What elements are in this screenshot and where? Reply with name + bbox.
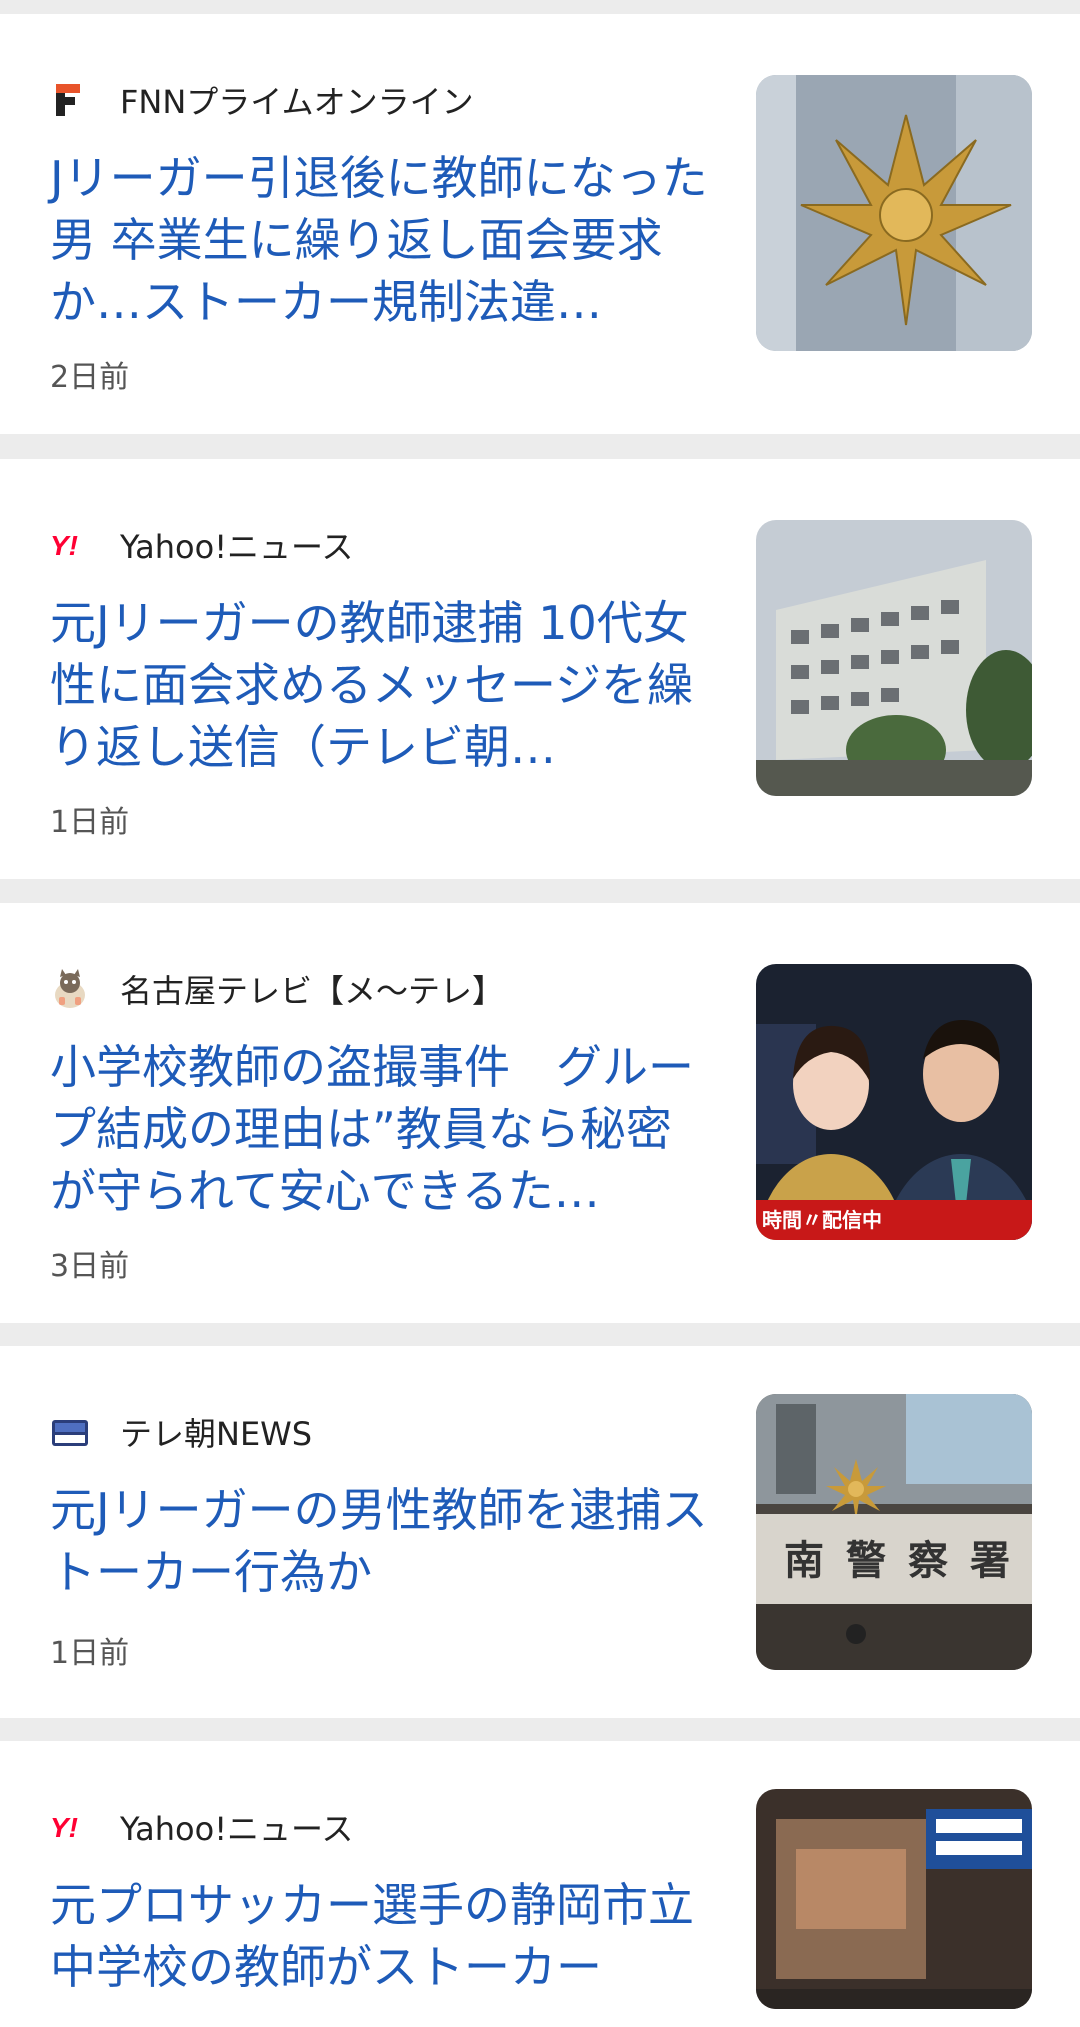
source-name: Yahoo!ニュース bbox=[120, 1810, 354, 1848]
news-feed: FNNプライムオンライン Jリーガー引退後に教師になった男 卒業生に繰り返し面会… bbox=[0, 0, 1080, 2027]
article-headline[interactable]: 元プロサッカー選手の静岡市立中学校の教師がストーカー bbox=[50, 1874, 710, 1998]
article-card[interactable]: FNNプライムオンライン Jリーガー引退後に教師になった男 卒業生に繰り返し面会… bbox=[0, 14, 1080, 434]
article-headline[interactable]: 元Jリーガーの男性教師を逮捕ストーカー行為か bbox=[50, 1479, 710, 1603]
source-name: FNNプライムオンライン bbox=[120, 83, 474, 121]
article-card[interactable]: 名古屋テレビ【メ〜テレ】 小学校教師の盗撮事件 グループ結成の理由は”教員なら秘… bbox=[0, 903, 1080, 1323]
article-source: 名古屋テレビ【メ〜テレ】 bbox=[50, 965, 504, 1013]
article-source: テレ朝NEWS bbox=[50, 1408, 312, 1456]
news-anchors-thumbnail[interactable]: 時間〃配信中 bbox=[756, 964, 1032, 1240]
yahoo-logo-icon: Y! bbox=[50, 1807, 90, 1847]
article-card[interactable]: テレ朝NEWS 元Jリーガーの男性教師を逮捕ストーカー行為か 1日前 南警察署 bbox=[0, 1346, 1080, 1718]
article-headline[interactable]: Jリーガー引退後に教師になった男 卒業生に繰り返し面会要求か…ストーカー規制法違… bbox=[50, 147, 710, 333]
fnn-logo-icon bbox=[50, 80, 90, 120]
article-headline[interactable]: 小学校教師の盗撮事件 グループ結成の理由は”教員なら秘密が守られて安心できるた… bbox=[50, 1036, 710, 1222]
article-source: Y! Yahoo!ニュース bbox=[50, 1803, 353, 1851]
article-source: Y! Yahoo!ニュース bbox=[50, 521, 353, 569]
source-name: 名古屋テレビ【メ〜テレ】 bbox=[120, 972, 505, 1010]
article-time: 1日前 bbox=[50, 1636, 130, 1671]
yahoo-logo-icon: Y! bbox=[50, 525, 90, 565]
source-name: テレ朝NEWS bbox=[120, 1415, 313, 1453]
school-night-thumbnail[interactable] bbox=[756, 1789, 1032, 2009]
article-source: FNNプライムオンライン bbox=[50, 76, 474, 124]
tvasahi-news-logo-icon bbox=[50, 1412, 90, 1452]
source-name: Yahoo!ニュース bbox=[120, 528, 354, 566]
meitele-mascot-icon bbox=[50, 969, 90, 1009]
police-building-thumbnail[interactable] bbox=[756, 520, 1032, 796]
article-time: 1日前 bbox=[50, 805, 130, 840]
police-emblem-thumbnail[interactable] bbox=[756, 75, 1032, 351]
article-card[interactable]: Y! Yahoo!ニュース 元Jリーガーの教師逮捕 10代女性に面会求めるメッセ… bbox=[0, 459, 1080, 879]
thumbnail-caption: 南警察署 bbox=[784, 1537, 1032, 1584]
article-time: 2日前 bbox=[50, 360, 130, 395]
article-headline[interactable]: 元Jリーガーの教師逮捕 10代女性に面会求めるメッセージを繰り返し送信（テレビ朝… bbox=[50, 592, 710, 778]
thumbnail-caption: 時間〃配信中 bbox=[762, 1208, 882, 1232]
article-time: 3日前 bbox=[50, 1249, 130, 1284]
svg-text:Y!: Y! bbox=[50, 1812, 78, 1843]
svg-text:Y!: Y! bbox=[50, 530, 78, 561]
police-station-thumbnail[interactable]: 南警察署 bbox=[756, 1394, 1032, 1670]
article-card[interactable]: Y! Yahoo!ニュース 元プロサッカー選手の静岡市立中学校の教師がストーカー bbox=[0, 1741, 1080, 2027]
